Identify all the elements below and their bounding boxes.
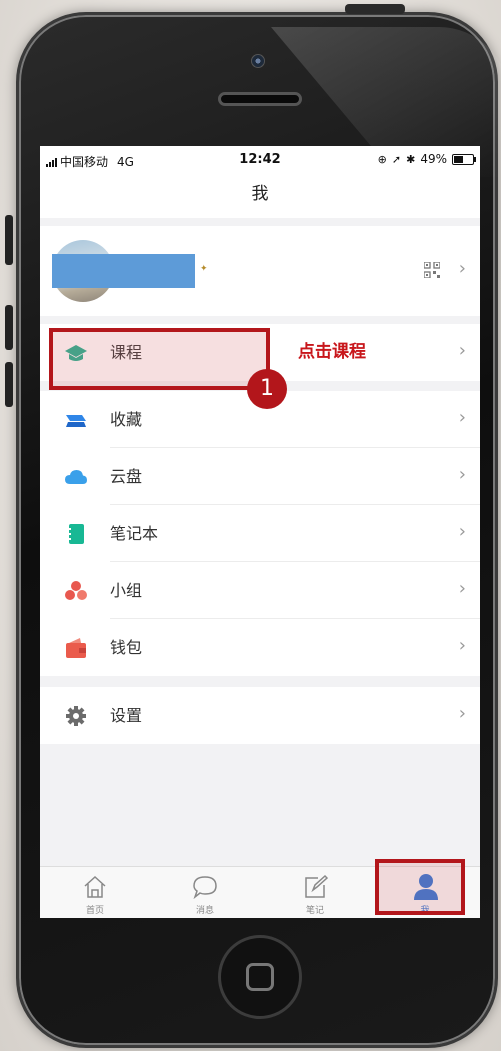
menu-item-label: 收藏 [110,410,143,429]
chevron-right-icon: › [458,258,466,279]
badge-icon: ✦ [200,264,208,274]
tab-home[interactable]: 首页 [40,867,150,918]
qr-code-icon[interactable] [424,262,440,278]
chevron-right-icon: › [458,340,466,361]
chevron-right-icon: › [458,407,466,428]
tab-label: 首页 [85,906,104,916]
menu-item-group[interactable]: 小组 › [40,562,480,619]
menu-item-settings[interactable]: 设置 › [40,687,480,744]
home-button[interactable] [218,935,302,1019]
wallet-icon [66,638,86,658]
menu-item-wallet[interactable]: 钱包 › [40,619,480,676]
menu-item-notebook[interactable]: 笔记本 › [40,505,480,562]
bluetooth-icon: ✱ [406,152,416,166]
menu-item-label: 云盘 [110,467,143,486]
chevron-right-icon: › [458,464,466,485]
menu-item-cloud[interactable]: 云盘 › [40,448,480,505]
chevron-right-icon: › [458,635,466,656]
home-icon [84,875,106,898]
me-tab-highlight-box [375,859,465,915]
notebook-icon [67,524,84,544]
chevron-right-icon: › [458,578,466,599]
page-title: 我 [40,174,480,218]
step-number-badge: 1 [247,369,287,409]
battery-icon [452,153,476,165]
volume-down-button [5,362,13,407]
favorites-icon [66,415,86,427]
tab-notes[interactable]: 笔记 [260,867,370,918]
course-highlight-box [49,328,270,390]
volume-up-button [5,305,13,350]
group-icon [65,581,87,600]
gear-icon [66,706,86,726]
note-edit-icon [305,874,328,898]
chevron-right-icon: › [458,521,466,542]
instruction-text: 点击课程 [298,342,366,362]
cloud-icon [65,470,87,484]
home-square-icon [246,963,274,991]
tab-label: 消息 [195,906,214,916]
tab-label: 笔记 [305,906,324,916]
menu-item-label: 钱包 [110,638,143,657]
message-icon [193,876,217,900]
chevron-right-icon: › [458,703,466,724]
menu-item-label: 设置 [110,706,143,725]
battery-percent: 49% [420,152,447,166]
menu-item-label: 小组 [110,581,143,600]
mute-switch [5,215,13,265]
main-menu-group: 收藏 › 云盘 › 笔记本 › 小组 › 钱包 › [40,391,480,676]
front-camera [251,54,265,68]
status-bar: 中国移动 4G 12:42 ⊕ ➚ ✱ 49% [40,146,480,174]
settings-group: 设置 › [40,687,480,744]
tab-messages[interactable]: 消息 [150,867,260,918]
orientation-lock-icon: ⊕ [377,152,387,166]
power-button [345,4,405,14]
location-icon: ➚ [391,152,402,166]
earpiece-speaker [218,92,302,106]
profile-card[interactable]: ✦ › [40,226,480,316]
menu-item-label: 笔记本 [110,524,159,543]
username-redacted [52,254,195,288]
app-screen: 中国移动 4G 12:42 ⊕ ➚ ✱ 49% 我 ✦ › 课程 › 收藏 › … [40,146,480,918]
